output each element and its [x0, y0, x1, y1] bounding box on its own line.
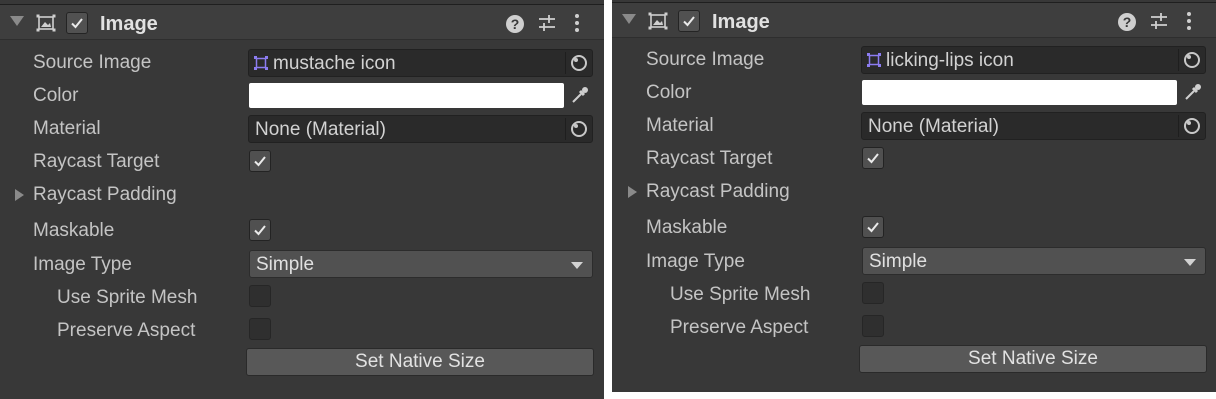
object-picker-icon[interactable]	[565, 118, 590, 140]
context-menu-icon[interactable]	[572, 13, 582, 33]
raycast-padding-label[interactable]: Raycast Padding	[33, 184, 177, 206]
color-label: Color	[33, 85, 79, 106]
preserve-aspect-checkbox[interactable]	[862, 315, 884, 337]
eyedropper-icon[interactable]	[569, 84, 591, 106]
checkmark-icon	[254, 156, 266, 167]
image-type-value: Simple	[869, 251, 928, 272]
raycast-target-checkbox[interactable]	[862, 147, 884, 169]
checkmark-icon	[683, 16, 695, 27]
object-picker-icon[interactable]	[565, 52, 590, 74]
image-type-dropdown[interactable]: Simple	[249, 250, 593, 278]
maskable-checkbox[interactable]	[249, 219, 271, 241]
image-component-icon	[648, 12, 668, 30]
preset-icon[interactable]	[1150, 12, 1168, 30]
eyedropper-icon[interactable]	[1182, 81, 1204, 103]
help-icon[interactable]: ?	[1118, 13, 1136, 31]
foldout-arrow-icon[interactable]	[10, 16, 24, 26]
use-sprite-mesh-label: Use Sprite Mesh	[57, 287, 198, 308]
image-type-label: Image Type	[33, 254, 132, 275]
sprite-icon	[867, 53, 881, 67]
maskable-label: Maskable	[646, 217, 728, 238]
component-enabled-checkbox[interactable]	[66, 12, 88, 34]
raycast-target-label: Raycast Target	[646, 148, 773, 169]
source-image-field[interactable]: licking-lips icon	[861, 46, 1206, 74]
raycast-padding-foldout-icon[interactable]	[15, 189, 24, 201]
raycast-target-label: Raycast Target	[33, 151, 160, 172]
use-sprite-mesh-label: Use Sprite Mesh	[670, 284, 811, 305]
preserve-aspect-checkbox[interactable]	[249, 318, 271, 340]
preserve-aspect-label: Preserve Aspect	[670, 317, 809, 338]
set-native-size-button[interactable]: Set Native Size	[246, 348, 594, 376]
color-swatch[interactable]	[862, 80, 1177, 105]
preserve-aspect-label: Preserve Aspect	[57, 320, 196, 341]
material-label: Material	[646, 115, 714, 136]
raycast-target-checkbox[interactable]	[249, 150, 271, 172]
maskable-checkbox[interactable]	[862, 216, 884, 238]
component-header[interactable]: Image ?	[0, 4, 604, 40]
use-sprite-mesh-checkbox[interactable]	[862, 282, 884, 304]
dropdown-caret-icon	[571, 262, 583, 269]
help-icon[interactable]: ?	[506, 15, 524, 33]
object-picker-icon[interactable]	[1178, 49, 1203, 71]
image-type-label: Image Type	[646, 251, 745, 272]
image-type-dropdown[interactable]: Simple	[862, 247, 1206, 275]
material-label: Material	[33, 118, 101, 139]
use-sprite-mesh-checkbox[interactable]	[249, 285, 271, 307]
maskable-label: Maskable	[33, 220, 115, 241]
component-title: Image	[100, 13, 158, 35]
set-native-size-button[interactable]: Set Native Size	[859, 345, 1207, 373]
material-value: None (Material)	[255, 119, 386, 140]
material-value: None (Material)	[868, 116, 999, 137]
sprite-icon	[254, 56, 268, 70]
preset-icon[interactable]	[538, 14, 556, 32]
image-component-inspector-left: Image ? Source Image mustache icon Color…	[0, 0, 604, 399]
source-image-value: mustache icon	[273, 53, 396, 74]
checkmark-icon	[71, 18, 83, 29]
checkmark-icon	[867, 222, 879, 233]
image-component-inspector-right: Image ? Source Image licking-lips icon C…	[612, 0, 1216, 392]
source-image-label: Source Image	[646, 49, 765, 70]
foldout-arrow-icon[interactable]	[622, 14, 636, 24]
color-swatch[interactable]	[249, 83, 564, 108]
component-enabled-checkbox[interactable]	[678, 10, 700, 32]
raycast-padding-foldout-icon[interactable]	[628, 186, 637, 198]
source-image-label: Source Image	[33, 52, 152, 73]
material-field[interactable]: None (Material)	[861, 112, 1206, 140]
component-header[interactable]: Image ?	[612, 2, 1216, 38]
context-menu-icon[interactable]	[1184, 11, 1194, 31]
object-picker-icon[interactable]	[1178, 115, 1203, 137]
checkmark-icon	[254, 225, 266, 236]
raycast-padding-label[interactable]: Raycast Padding	[646, 181, 790, 203]
image-type-value: Simple	[256, 254, 315, 275]
dropdown-caret-icon	[1184, 259, 1196, 266]
image-component-icon	[36, 14, 56, 32]
component-title: Image	[712, 11, 770, 33]
material-field[interactable]: None (Material)	[248, 115, 593, 143]
color-label: Color	[646, 82, 692, 103]
checkmark-icon	[867, 153, 879, 164]
source-image-field[interactable]: mustache icon	[248, 49, 593, 77]
source-image-value: licking-lips icon	[886, 50, 1014, 71]
